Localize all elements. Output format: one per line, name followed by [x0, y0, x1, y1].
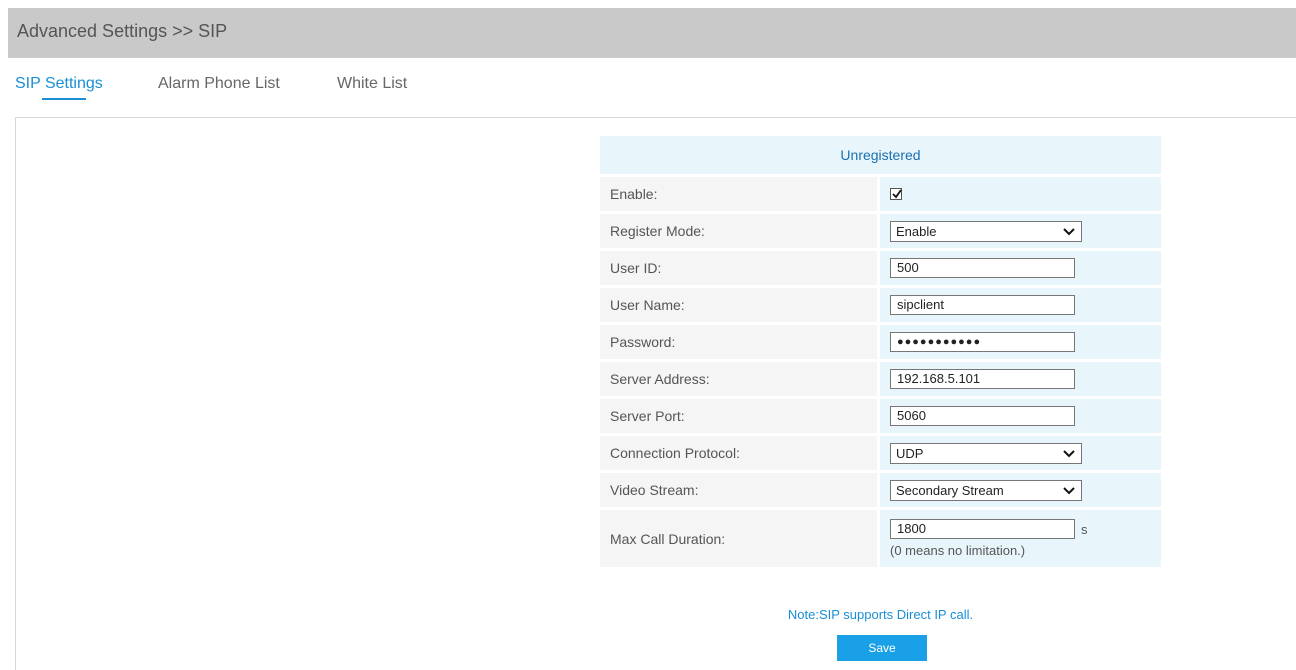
- password-row: Password: ●●●●●●●●●●●: [600, 325, 1161, 359]
- max-call-duration-line: 1800 s: [890, 519, 1088, 539]
- server-port-value: 5060: [880, 399, 1161, 433]
- password-label: Password:: [600, 325, 877, 359]
- video-stream-label: Video Stream:: [600, 473, 877, 507]
- user-name-value: sipclient: [880, 288, 1161, 322]
- user-id-value: 500: [880, 251, 1161, 285]
- direct-ip-note: Note:SIP supports Direct IP call.: [787, 607, 974, 622]
- video-stream-value: Secondary Stream: [880, 473, 1161, 507]
- server-address-value: 192.168.5.101: [880, 362, 1161, 396]
- checkmark-icon: [892, 189, 902, 199]
- chevron-down-icon: [1063, 486, 1075, 494]
- max-call-duration-label: Max Call Duration:: [600, 510, 877, 567]
- user-name-row: User Name: sipclient: [600, 288, 1161, 322]
- page-title: Advanced Settings >> SIP: [17, 21, 228, 41]
- max-call-duration-value: 1800 s (0 means no limitation.): [880, 510, 1161, 567]
- tab-sip-settings[interactable]: SIP Settings: [15, 75, 103, 93]
- video-stream-selected: Secondary Stream: [896, 482, 1004, 498]
- max-call-duration-group: 1800 s (0 means no limitation.): [890, 519, 1088, 558]
- video-stream-select[interactable]: Secondary Stream: [890, 479, 1082, 501]
- connection-protocol-selected: UDP: [896, 445, 924, 461]
- duration-hint: (0 means no limitation.): [890, 543, 1026, 558]
- video-stream-row: Video Stream: Secondary Stream: [600, 473, 1161, 507]
- enable-value: [880, 177, 1161, 211]
- register-mode-select[interactable]: Enable: [890, 220, 1082, 242]
- tab-alarm-phone-list[interactable]: Alarm Phone List: [158, 75, 280, 93]
- enable-label: Enable:: [600, 177, 877, 211]
- connection-protocol-row: Connection Protocol: UDP: [600, 436, 1161, 470]
- server-address-label: Server Address:: [600, 362, 877, 396]
- register-mode-row: Register Mode: Enable: [600, 214, 1161, 248]
- active-tab-indicator: [42, 98, 86, 100]
- password-input[interactable]: ●●●●●●●●●●●: [890, 332, 1075, 352]
- user-id-label: User ID:: [600, 251, 877, 285]
- connection-protocol-value: UDP: [880, 436, 1161, 470]
- register-mode-label: Register Mode:: [600, 214, 877, 248]
- server-address-row: Server Address: 192.168.5.101: [600, 362, 1161, 396]
- server-port-row: Server Port: 5060: [600, 399, 1161, 433]
- registration-status: Unregistered: [600, 136, 1161, 174]
- save-button[interactable]: Save: [837, 635, 927, 661]
- tab-white-list[interactable]: White List: [337, 75, 407, 93]
- enable-row: Enable:: [600, 177, 1161, 211]
- server-address-input[interactable]: 192.168.5.101: [890, 369, 1075, 389]
- user-id-input[interactable]: 500: [890, 258, 1075, 278]
- user-id-row: User ID: 500: [600, 251, 1161, 285]
- connection-protocol-select[interactable]: UDP: [890, 442, 1082, 464]
- enable-checkbox[interactable]: [890, 188, 902, 200]
- register-mode-value: Enable: [880, 214, 1161, 248]
- register-mode-selected: Enable: [896, 223, 937, 239]
- user-name-label: User Name:: [600, 288, 877, 322]
- server-port-label: Server Port:: [600, 399, 877, 433]
- connection-protocol-label: Connection Protocol:: [600, 436, 877, 470]
- server-port-input[interactable]: 5060: [890, 406, 1075, 426]
- chevron-down-icon: [1063, 227, 1075, 235]
- user-name-input[interactable]: sipclient: [890, 295, 1075, 315]
- sip-settings-form: Unregistered Enable: Register Mode: Enab…: [600, 136, 1161, 567]
- title-bar: Advanced Settings >> SIP: [8, 8, 1296, 58]
- max-call-duration-row: Max Call Duration: 1800 s (0 means no li…: [600, 510, 1161, 567]
- password-value: ●●●●●●●●●●●: [880, 325, 1161, 359]
- max-call-duration-input[interactable]: 1800: [890, 519, 1075, 539]
- chevron-down-icon: [1063, 449, 1075, 457]
- duration-unit: s: [1081, 521, 1088, 537]
